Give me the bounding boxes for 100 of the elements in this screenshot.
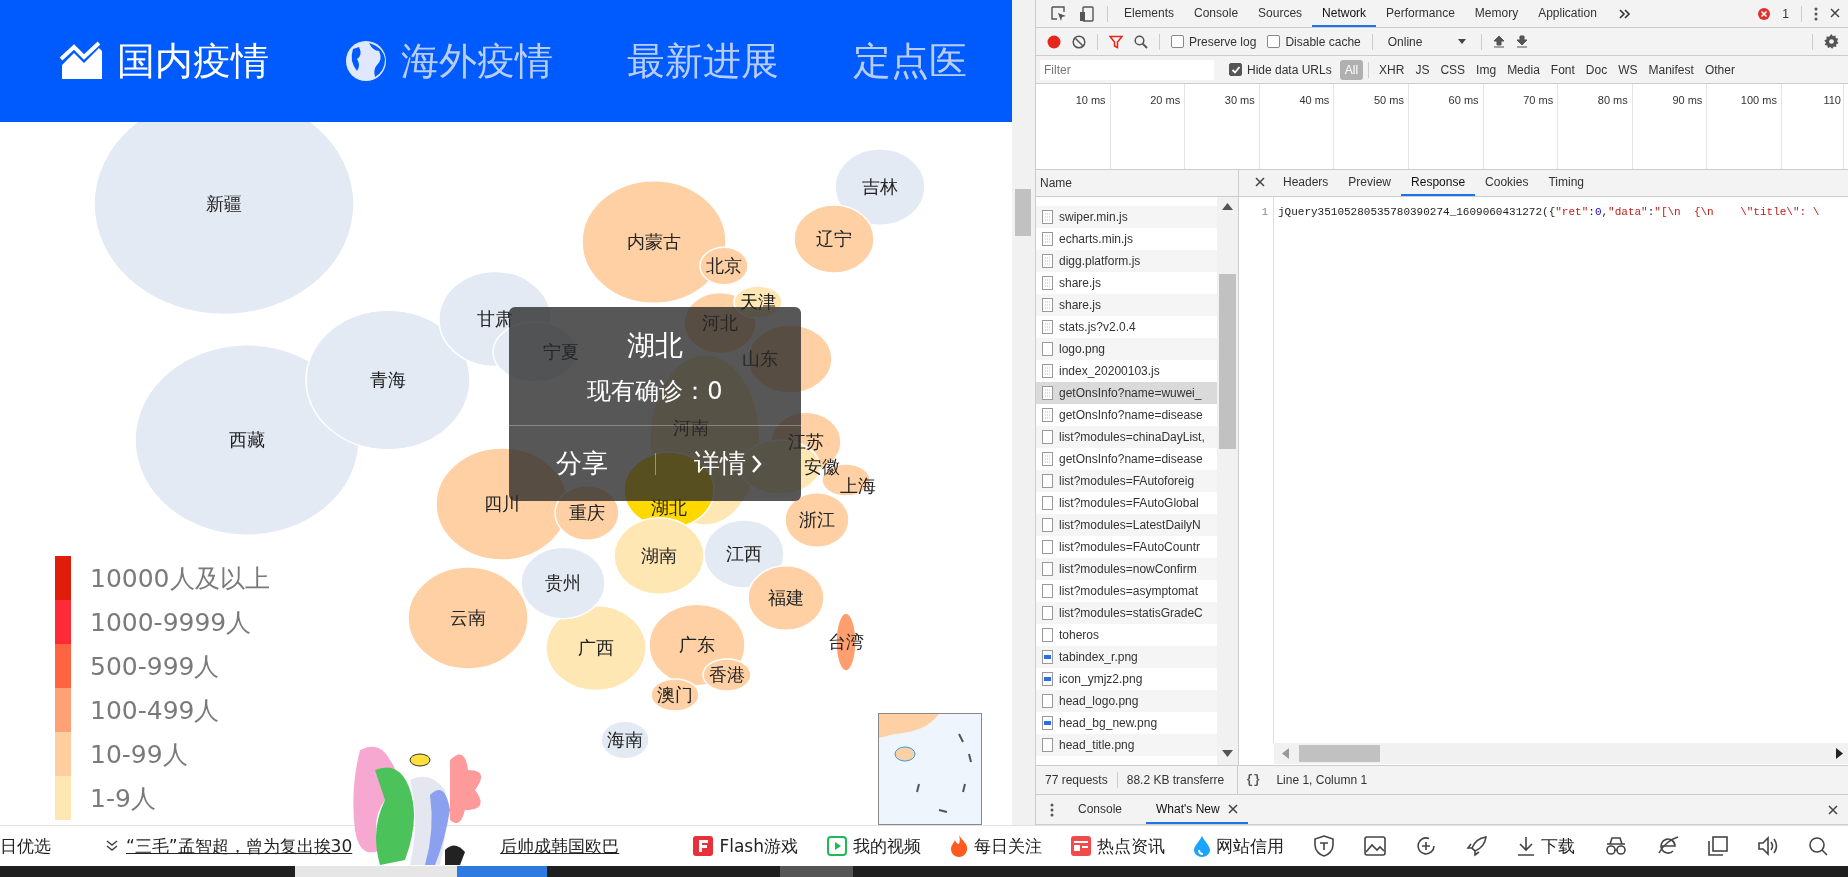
news-link[interactable]: 日优选 (0, 834, 51, 858)
request-row[interactable]: tabindex_r.png (1036, 646, 1217, 668)
filter-icon[interactable] (1109, 34, 1123, 49)
devtools-tab[interactable]: Sources (1248, 0, 1313, 27)
legend-label: 1000-9999人 (90, 606, 252, 639)
news-link[interactable]: “三毛”孟智超，曾为复出挨30 (126, 834, 353, 858)
toolbar-link[interactable]: 热点资讯 (1071, 834, 1165, 858)
province-region[interactable] (747, 564, 825, 632)
throttling-dropdown[interactable]: Online (1383, 34, 1471, 49)
type-filter[interactable]: WS (1613, 59, 1643, 80)
download-button[interactable]: 下载 (1517, 834, 1575, 858)
tab-close-icon[interactable] (1227, 803, 1238, 814)
devtools-tab[interactable]: Cookies (1475, 170, 1539, 196)
devtools-tab[interactable]: Memory (1464, 0, 1529, 27)
toolbar-link[interactable]: Flash游戏 (693, 834, 798, 858)
type-filter[interactable]: CSS (1435, 59, 1471, 80)
browser-e-icon[interactable] (1657, 835, 1679, 857)
type-filter[interactable]: Font (1545, 59, 1580, 80)
scroll-up-icon[interactable] (1222, 203, 1233, 210)
nav-tab[interactable]: 国内疫情 (59, 35, 269, 87)
request-name: tabindex_r.png (1059, 650, 1138, 664)
search-icon[interactable] (1808, 836, 1828, 856)
chart-icon (59, 41, 105, 81)
inspect-icon[interactable] (1051, 5, 1067, 22)
scrollbar-thumb[interactable] (1219, 274, 1236, 449)
scroll-down-icon[interactable] (1222, 750, 1233, 757)
scrollbar-thumb[interactable] (1015, 189, 1031, 236)
devtools-tab[interactable]: Performance (1376, 0, 1465, 27)
drawer-menu-icon[interactable] (1050, 802, 1054, 817)
window-icon[interactable] (1708, 836, 1728, 856)
close-icon[interactable] (1828, 804, 1838, 815)
tooltip-action[interactable]: 详情 (655, 445, 801, 482)
request-row[interactable]: getOnsInfo?name=wuwei_ (1036, 382, 1217, 404)
type-filter[interactable]: Media (1502, 59, 1545, 80)
province-region[interactable] (784, 492, 850, 548)
scrollbar-thumb[interactable] (1299, 745, 1380, 762)
devtools-tab[interactable]: Application (1528, 0, 1607, 27)
double-chevron-icon[interactable] (106, 840, 118, 852)
download-icon[interactable] (1516, 35, 1529, 48)
type-filter[interactable]: JS (1410, 59, 1435, 80)
timeline-tick: 30 ms (1224, 94, 1255, 106)
shield-icon[interactable] (1313, 835, 1335, 857)
speaker-icon[interactable] (1757, 836, 1779, 856)
type-filter[interactable]: Other (1699, 59, 1740, 80)
news-link[interactable]: 后帅成韩国欧巴 (500, 834, 620, 858)
record-button[interactable] (1047, 34, 1061, 49)
rocket-icon[interactable] (1466, 835, 1488, 857)
search-icon[interactable] (1134, 34, 1148, 49)
request-row[interactable]: head_logo.png (1036, 690, 1217, 712)
request-row[interactable]: list?modules=LatestDailyN (1036, 514, 1217, 536)
request-row[interactable]: digg.platform.js (1036, 250, 1217, 272)
request-row[interactable]: logo.png (1036, 338, 1217, 360)
request-row[interactable]: head_title.png (1036, 734, 1217, 756)
toolbar-link[interactable]: 我的视频 (827, 834, 921, 858)
devtools-tab[interactable]: Headers (1273, 170, 1339, 196)
province-region[interactable] (600, 720, 650, 760)
device-icon[interactable] (1079, 5, 1095, 22)
more-tabs-icon[interactable] (1618, 7, 1631, 20)
tooltip-action[interactable]: 分享 (509, 445, 655, 482)
incognito-icon[interactable] (1604, 836, 1628, 856)
province-region[interactable] (650, 678, 700, 712)
request-row[interactable]: list?modules=FAutoforeig (1036, 470, 1217, 492)
province-label: 澳门 (657, 686, 693, 704)
devtools-tab[interactable]: Console (1184, 0, 1249, 27)
devtools-tab[interactable]: Response (1401, 170, 1476, 196)
upload-icon[interactable] (1493, 35, 1506, 48)
clear-icon[interactable] (1072, 34, 1086, 49)
close-icon[interactable] (1830, 7, 1840, 18)
request-row[interactable]: list?modules=chinaDayList, (1036, 426, 1217, 448)
request-row[interactable]: list?modules=statisGradeC (1036, 602, 1217, 624)
devtools-tab[interactable]: Timing (1538, 170, 1594, 196)
filter-input[interactable]: Filter (1040, 59, 1214, 80)
province-label: 青海 (370, 371, 406, 389)
drawer-tab[interactable]: Console (1068, 795, 1133, 824)
refresh-plus-icon[interactable] (1415, 835, 1437, 857)
province-region[interactable] (699, 246, 749, 286)
type-filter[interactable]: XHR (1374, 59, 1410, 80)
settings-icon[interactable] (1824, 34, 1839, 49)
toolbar-link[interactable]: 网站信用 (1194, 834, 1284, 858)
checkbox[interactable] (1267, 35, 1281, 48)
request-row[interactable]: swiper.min.js (1036, 206, 1217, 228)
province-region[interactable] (520, 546, 606, 620)
type-filter[interactable]: Doc (1580, 59, 1613, 80)
pretty-print-icon[interactable]: {} (1246, 773, 1261, 787)
checkbox[interactable] (1171, 35, 1184, 48)
scroll-right-icon[interactable] (1836, 748, 1843, 759)
province-region[interactable] (702, 658, 752, 692)
image-icon[interactable] (1364, 836, 1386, 856)
close-icon[interactable] (1255, 177, 1265, 187)
more-icon[interactable] (1814, 6, 1818, 21)
request-row[interactable]: share.js (1036, 294, 1217, 316)
devtools-tab[interactable]: Preview (1338, 170, 1402, 196)
checkbox[interactable] (1229, 63, 1242, 76)
type-filter[interactable]: Img (1471, 59, 1502, 80)
province-label: 云南 (450, 609, 486, 627)
type-filter[interactable]: Manifest (1643, 59, 1699, 80)
request-row[interactable]: list?modules=nowConfirm (1036, 558, 1217, 580)
status-text: 77 requests (1045, 773, 1108, 787)
devtools-tab[interactable]: Elements (1114, 0, 1185, 27)
toolbar-link[interactable]: 每日关注 (950, 834, 1042, 858)
